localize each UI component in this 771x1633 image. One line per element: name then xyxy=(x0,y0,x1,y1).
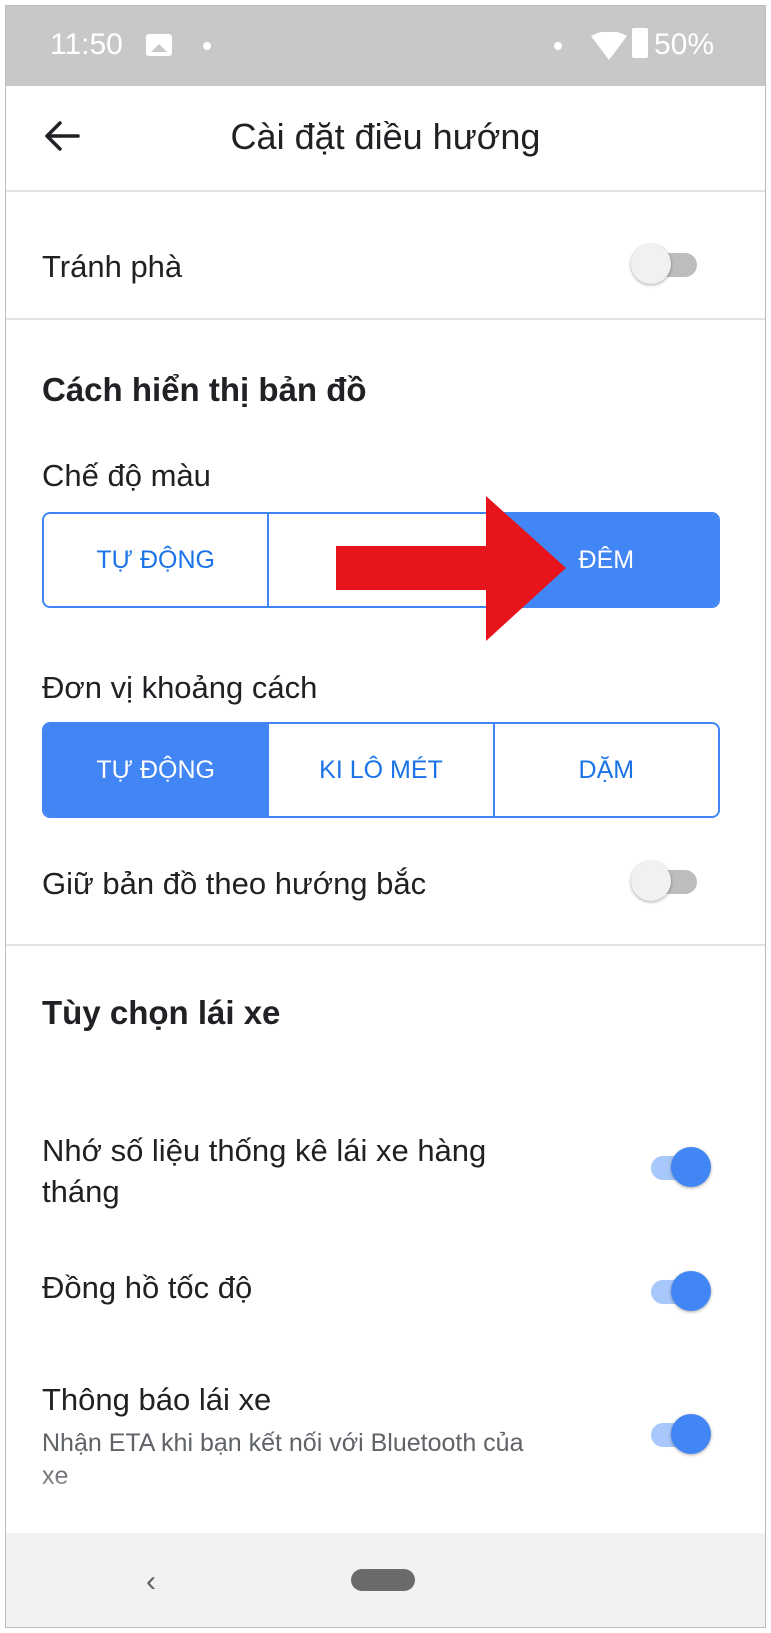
divider xyxy=(6,944,765,946)
monthly-stats-label-line1: Nhớ số liệu thống kê lái xe hàng xyxy=(42,1133,487,1168)
toggle-thumb xyxy=(671,1271,711,1311)
driving-options-section-title: Tùy chọn lái xe xyxy=(42,994,281,1031)
monthly-stats-toggle[interactable] xyxy=(641,1145,711,1189)
nav-home-pill-icon[interactable] xyxy=(351,1569,415,1591)
color-mode-auto-option[interactable]: TỰ ĐỘNG xyxy=(44,514,270,606)
distance-units-auto-option[interactable]: TỰ ĐỘNG xyxy=(44,724,270,816)
status-bar: 11:50 50% xyxy=(6,6,765,86)
avoid-ferries-toggle[interactable] xyxy=(631,242,701,286)
notification-dot-icon xyxy=(554,42,562,50)
toggle-thumb xyxy=(671,1414,711,1454)
page-title: Cài đặt điều hướng xyxy=(230,116,541,157)
nav-back-icon[interactable]: ‹ xyxy=(146,1565,156,1599)
distance-units-selector: TỰ ĐỘNG KI LÔ MÉT DẶM xyxy=(42,722,720,818)
speedometer-label: Đồng hồ tốc độ xyxy=(42,1270,253,1305)
annotation-red-arrow xyxy=(336,496,566,641)
avoid-ferries-label: Tránh phà xyxy=(42,249,183,284)
speedometer-toggle[interactable] xyxy=(641,1269,711,1313)
app-header: Cài đặt điều hướng xyxy=(6,86,765,192)
monthly-stats-label-line2: tháng xyxy=(42,1174,120,1209)
scroll-fade xyxy=(6,1466,765,1536)
driving-notifications-label: Thông báo lái xe xyxy=(42,1382,272,1417)
status-time: 11:50 xyxy=(50,28,123,61)
color-mode-label: Chế độ màu xyxy=(42,458,211,493)
driving-notifications-description: Nhận ETA khi bạn kết nối với Bluetooth c… xyxy=(42,1429,524,1457)
divider xyxy=(6,318,765,320)
phone-screen: 11:50 50% Cài đặt điều hướng Tránh phà C… xyxy=(5,5,766,1628)
notification-dot-icon xyxy=(203,42,211,50)
distance-units-label: Đơn vị khoảng cách xyxy=(42,670,318,705)
image-notification-icon xyxy=(146,34,172,56)
system-navigation-bar: ‹ xyxy=(6,1533,765,1627)
keep-north-up-toggle[interactable] xyxy=(631,859,701,903)
toggle-thumb xyxy=(631,861,671,901)
keep-north-up-label: Giữ bản đồ theo hướng bắc xyxy=(42,866,427,901)
battery-percent: 50% xyxy=(654,28,715,61)
toggle-thumb xyxy=(631,244,671,284)
map-display-section-title: Cách hiển thị bản đồ xyxy=(42,371,367,408)
distance-units-km-option[interactable]: KI LÔ MÉT xyxy=(269,724,495,816)
distance-units-miles-option[interactable]: DẶM xyxy=(495,724,718,816)
driving-notifications-toggle[interactable] xyxy=(641,1412,711,1456)
toggle-thumb xyxy=(671,1147,711,1187)
wifi-icon xyxy=(591,32,627,60)
battery-icon xyxy=(632,28,648,58)
